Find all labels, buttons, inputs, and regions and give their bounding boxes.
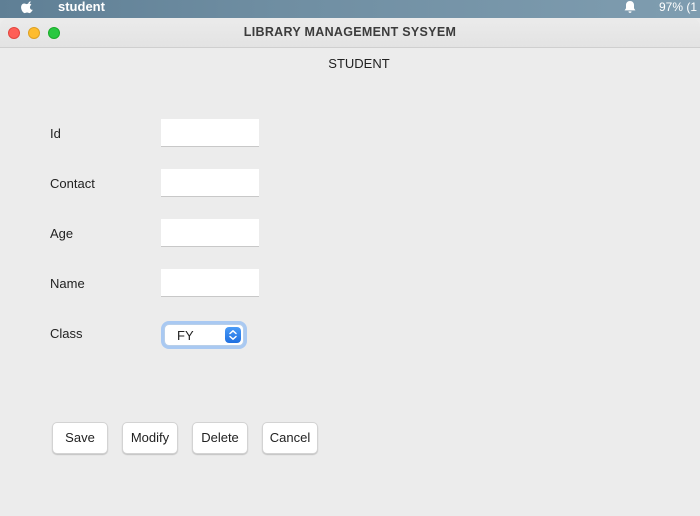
delete-button[interactable]: Delete xyxy=(192,422,248,454)
menu-bar: student 97% (1 xyxy=(0,0,700,18)
battery-status[interactable]: 97% (1 xyxy=(659,0,697,15)
class-selected-value: FY xyxy=(177,328,194,343)
name-field[interactable] xyxy=(161,269,259,297)
app-name[interactable]: student xyxy=(58,0,105,15)
cancel-button[interactable]: Cancel xyxy=(262,422,318,454)
age-label: Age xyxy=(50,226,74,241)
form-heading: STUDENT xyxy=(328,56,390,71)
age-field[interactable] xyxy=(161,219,259,247)
up-down-chevron-icon[interactable] xyxy=(225,327,241,343)
id-label: Id xyxy=(50,126,61,141)
modify-button[interactable]: Modify xyxy=(122,422,178,454)
id-field[interactable] xyxy=(161,119,259,147)
app-window: LIBRARY MANAGEMENT SYSYEM STUDENT Id Con… xyxy=(0,18,700,516)
save-button[interactable]: Save xyxy=(52,422,108,454)
class-select[interactable]: FY xyxy=(164,324,244,346)
contact-field[interactable] xyxy=(161,169,259,197)
bell-icon[interactable] xyxy=(621,0,639,14)
class-label: Class xyxy=(50,326,83,341)
title-bar[interactable]: LIBRARY MANAGEMENT SYSYEM xyxy=(0,18,700,48)
apple-icon[interactable] xyxy=(21,0,35,14)
contact-label: Contact xyxy=(50,176,95,191)
window-title: LIBRARY MANAGEMENT SYSYEM xyxy=(243,25,457,39)
name-label: Name xyxy=(50,276,85,291)
